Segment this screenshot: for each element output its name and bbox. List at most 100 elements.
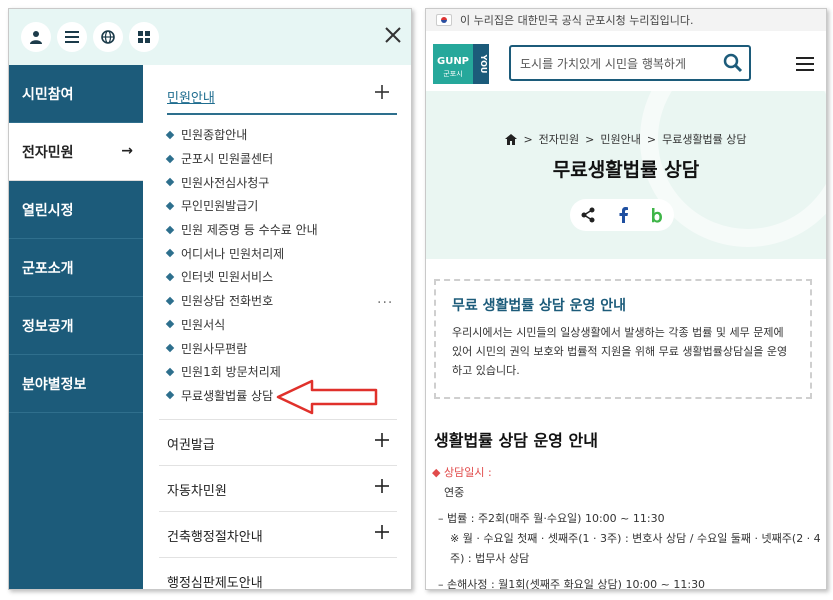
chevron-right-icon: > [646, 132, 657, 146]
hamburger-icon[interactable] [796, 57, 814, 71]
category-label: 분야별정보 [22, 376, 87, 393]
dash-bullet-icon: – [438, 512, 444, 525]
notice-title: 무료 생활법률 상담 운영 안내 [452, 298, 627, 314]
submenu-item[interactable]: 민원 제증명 등 수수료 안내 [165, 218, 318, 242]
submenu-item[interactable]: 무인민원발급기 [165, 194, 318, 218]
breadcrumb-item[interactable]: 무료생활법률 상담 [662, 131, 746, 147]
accordion-label: 행정심판제도안내 [167, 576, 263, 590]
government-notice: 이 누리집은 대한민국 공식 군포시청 누리집입니다. [460, 14, 694, 27]
diamond-bullet-icon [165, 367, 175, 376]
category-open-administration[interactable]: 열린시정 [9, 181, 143, 239]
facebook-icon[interactable] [617, 207, 629, 223]
page-panel: 이 누리집은 대한민국 공식 군포시청 누리집입니다. GUNP 군포시 YOU… [425, 8, 827, 590]
accordion-label: 여권발급 [167, 438, 215, 453]
site-header: GUNP 군포시 YOU 도시를 가치있게 시민을 행복하게 [426, 31, 826, 91]
submenu-item[interactable]: 민원사무편람 [165, 336, 318, 360]
category-label: 정보공개 [22, 318, 74, 335]
diamond-bullet-icon [165, 320, 175, 329]
category-about-gunpo[interactable]: 군포소개 [9, 239, 143, 297]
submenu-list: 민원종합안내 군포시 민원콜센터 민원사전심사청구 무인민원발급기 민원 제증명… [165, 123, 318, 407]
breadcrumb-item[interactable]: 민원안내 [600, 131, 640, 147]
submenu-item[interactable]: 민원서식 [165, 313, 318, 337]
chevron-right-icon: > [585, 132, 595, 146]
logo-text: GUNP [437, 56, 469, 67]
detail-line: ※ 월 · 수요일 첫째 · 셋째주(1 · 3주) : 변호사 상담 / 수요… [450, 532, 821, 545]
notice-box: 무료 생활법률 상담 운영 안내 우리시에서는 시민들의 일상생활에서 발생하는… [434, 279, 812, 399]
section-title: 생활법률 상담 운영 안내 [434, 431, 598, 450]
home-icon[interactable] [505, 133, 518, 145]
chevron-right-icon: > [523, 132, 533, 146]
submenu-item-label: 군포시 민원콜센터 [181, 152, 274, 167]
accordion-passport[interactable]: 여권발급 [159, 419, 397, 465]
diamond-bullet-icon [165, 249, 175, 258]
schedule-value: 연중 [444, 486, 465, 499]
category-list: 시민참여 전자민원 → 열린시정 군포소개 정보공개 분야별정보 [9, 65, 143, 589]
submenu-item-label: 무료생활법률 상담 [181, 388, 274, 403]
category-label: 시민참여 [22, 86, 74, 103]
category-e-civil-service[interactable]: 전자민원 → [9, 123, 143, 181]
category-field-info[interactable]: 분야별정보 [9, 355, 143, 413]
government-banner: 이 누리집은 대한민국 공식 군포시청 누리집입니다. [426, 9, 826, 31]
diamond-bullet-icon [165, 177, 175, 187]
apps-button[interactable] [129, 22, 159, 52]
submenu-title: 민원안내 [167, 91, 215, 106]
dash-bullet-icon: – [438, 578, 444, 590]
accordion-building-admin[interactable]: 건축행정절차안내 [159, 511, 397, 557]
category-label: 열린시정 [22, 202, 74, 219]
detail-line: 법률 : 주2회(매주 월·수요일) 10:00 ~ 11:30 [447, 512, 665, 525]
diamond-bullet-icon [165, 391, 175, 400]
plus-icon [375, 479, 389, 493]
submenu-header[interactable]: 민원안내 [167, 79, 397, 115]
mobile-menu-panel: 시민참여 전자민원 → 열린시정 군포소개 정보공개 분야별정보 민원안내 민원… [8, 8, 412, 590]
notice-body: 우리시에서는 시민들의 일상생활에서 발생하는 각종 법률 및 세무 문제에 있… [452, 326, 788, 377]
submenu-item-label: 민원종합안내 [181, 128, 248, 143]
user-icon [30, 31, 42, 44]
breadcrumb: > 전자민원 > 민원안내 > 무료생활법률 상담 [426, 131, 826, 147]
submenu-item-label: 민원 제증명 등 수수료 안내 [181, 223, 318, 238]
schedule-label: 상담일시 : [443, 466, 492, 479]
submenu-item[interactable]: 인터넷 민원서비스 [165, 265, 318, 289]
share-icon[interactable] [580, 207, 596, 223]
blog-icon[interactable] [650, 207, 664, 223]
more-options-icon[interactable]: ··· [377, 295, 393, 311]
submenu-item-label: 민원상담 전화번호 [181, 294, 274, 309]
category-citizen-participation[interactable]: 시민참여 [9, 65, 143, 123]
submenu-item-label: 민원사무편람 [181, 341, 248, 356]
plus-icon [375, 525, 389, 539]
submenu-item-label: 어디서나 민원처리제 [181, 246, 285, 261]
submenu-item[interactable]: 민원상담 전화번호 [165, 289, 318, 313]
arrow-right-icon: → [121, 143, 133, 159]
category-info-disclosure[interactable]: 정보공개 [9, 297, 143, 355]
submenu-item[interactable]: 민원사전심사청구 [165, 170, 318, 194]
language-button[interactable] [93, 22, 123, 52]
plus-icon [375, 433, 389, 447]
accordion-vehicle[interactable]: 자동차민원 [159, 465, 397, 511]
globe-icon [101, 30, 115, 44]
submenu-item[interactable]: 군포시 민원콜센터 [165, 147, 318, 171]
diamond-bullet-icon [165, 272, 175, 282]
category-label: 전자민원 [22, 144, 74, 161]
submenu-item[interactable]: 민원종합안내 [165, 123, 318, 147]
submenu-item-label: 민원1회 방문처리제 [181, 365, 281, 380]
user-button[interactable] [21, 22, 51, 52]
accordion-admin-appeal[interactable]: 행정심판제도안내 [159, 557, 397, 590]
diamond-bullet-icon [165, 201, 175, 211]
category-label: 군포소개 [22, 260, 74, 277]
accordion-label: 건축행정절차안내 [167, 530, 263, 545]
submenu: 민원안내 민원종합안내 군포시 민원콜센터 민원사전심사청구 무인민원발급기 민… [143, 65, 411, 589]
search-icon[interactable] [723, 53, 743, 73]
menu-list-button[interactable] [57, 22, 87, 52]
search-input[interactable]: 도시를 가치있게 시민을 행복하게 [509, 45, 751, 81]
diamond-bullet-icon [165, 296, 175, 305]
submenu-item[interactable]: 어디서나 민원처리제 [165, 241, 318, 265]
diamond-bullet-icon [165, 130, 175, 140]
list-icon [65, 31, 79, 43]
accordion-label: 자동차민원 [167, 484, 227, 499]
gunpo-logo[interactable]: GUNP 군포시 YOU [433, 44, 489, 84]
search-placeholder: 도시를 가치있게 시민을 행복하게 [520, 56, 687, 71]
submenu-item-label: 민원서식 [181, 317, 226, 332]
detail-line: 주) : 법무사 상담 [450, 552, 530, 565]
page-hero: > 전자민원 > 민원안내 > 무료생활법률 상담 무료생활법률 상담 [426, 91, 826, 259]
breadcrumb-item[interactable]: 전자민원 [539, 131, 579, 147]
close-icon[interactable] [381, 23, 405, 47]
